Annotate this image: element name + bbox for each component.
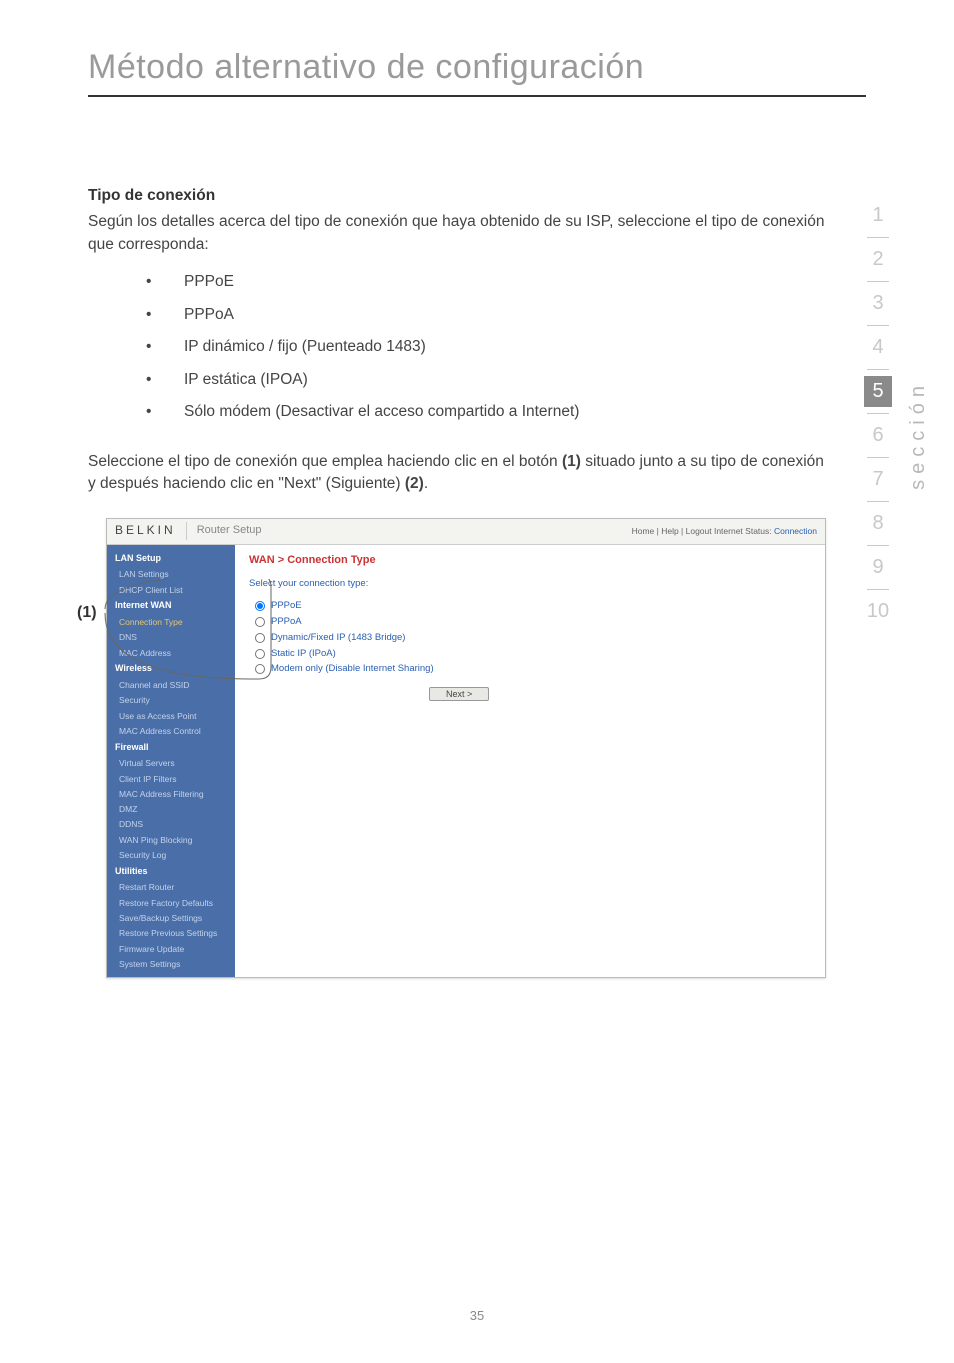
sidebar-item[interactable]: Security Log [107,848,235,863]
para2-pre: Seleccione el tipo de conexión que emple… [88,453,562,470]
connection-type-radio-list: PPPoE PPPoA Dynamic/Fixed IP (1483 Bridge)… [249,598,811,677]
para2-post: . [424,475,428,492]
sidebar-item[interactable]: MAC Address [107,645,235,660]
router-setup-screenshot: (1) BELKIN Router Setup Home | Help | Lo… [106,518,826,978]
connection-type-radio[interactable] [255,617,265,627]
sidebar-item[interactable]: DNS [107,630,235,645]
sidebar-item[interactable]: MAC Address Filtering [107,786,235,801]
router-top-right-links[interactable]: Home | Help | Logout Internet Status: [632,526,774,536]
intro-paragraph: Según los detalles acerca del tipo de co… [88,211,834,256]
bullet-item: PPPoA [146,299,834,331]
section-nav-item-3[interactable]: 3 [864,282,892,325]
sidebar-item[interactable]: System Settings [107,956,235,971]
sidebar-item[interactable]: DDNS [107,817,235,832]
router-top-right: Home | Help | Logout Internet Status: Co… [632,525,817,537]
connection-type-option-label: Dynamic/Fixed IP (1483 Bridge) [271,631,405,645]
router-sidebar: LAN SetupLAN SettingsDHCP Client ListInt… [107,545,235,977]
section-nav-divider [867,369,889,370]
router-main-subtitle: Select your connection type: [249,577,811,591]
sidebar-item[interactable]: Restore Factory Defaults [107,895,235,910]
router-brand: BELKIN [115,522,187,539]
sidebar-item[interactable]: Client IP Filters [107,771,235,786]
router-body: LAN SetupLAN SettingsDHCP Client ListInt… [107,545,825,977]
router-top-title: Router Setup [187,523,262,539]
bullet-item: IP dinámico / fijo (Puenteado 1483) [146,331,834,363]
sidebar-item[interactable]: Firmware Update [107,941,235,956]
section-nav-item-4[interactable]: 4 [864,326,892,369]
callout-ref-1: (1) [562,453,581,470]
callout-ref-2: (2) [405,475,424,492]
section-nav-item-6[interactable]: 6 [864,414,892,457]
sidebar-header: LAN Setup [107,550,235,567]
connection-type-option-label: Modem only (Disable Internet Sharing) [271,662,434,676]
sidebar-item[interactable]: Channel and SSID [107,677,235,692]
callout-1-label: (1) [77,601,97,624]
section-nav-item-8[interactable]: 8 [864,502,892,545]
connection-type-radio[interactable] [255,633,265,643]
section-nav-item-10[interactable]: 10 [864,590,892,633]
bullet-item: PPPoE [146,266,834,298]
connection-type-option-label: Static IP (IPoA) [271,647,336,661]
sidebar-header: Utilities [107,863,235,880]
next-button[interactable]: Next > [429,687,489,701]
bullet-item: IP estática (IPOA) [146,364,834,396]
sidebar-header: Internet WAN [107,597,235,614]
sidebar-item[interactable]: MAC Address Control [107,723,235,738]
internet-status-link[interactable]: Connection [774,526,817,536]
section-side-label: sección [907,380,930,490]
sidebar-item[interactable]: DHCP Client List [107,582,235,597]
sidebar-item[interactable]: Security [107,693,235,708]
connection-type-option-label: PPPoA [271,615,302,629]
section-nav-item-5[interactable]: 5 [864,376,892,407]
section-nav-item-7[interactable]: 7 [864,458,892,501]
connection-type-option[interactable]: Static IP (IPoA) [255,646,811,662]
sidebar-item[interactable]: LAN Settings [107,567,235,582]
connection-type-radio[interactable] [255,601,265,611]
connection-type-radio[interactable] [255,649,265,659]
sidebar-item[interactable]: Connection Type [107,614,235,629]
section-nav: 1234 5 678910 [864,194,892,633]
sidebar-item[interactable]: Use as Access Point [107,708,235,723]
connection-type-option-label: PPPoE [271,599,302,613]
page-number: 35 [0,1308,954,1323]
connection-type-list: PPPoEPPPoAIP dinámico / fijo (Puenteado … [88,256,834,442]
connection-type-option[interactable]: Modem only (Disable Internet Sharing) [255,661,811,677]
sidebar-item[interactable]: WAN Ping Blocking [107,832,235,847]
sidebar-item[interactable]: DMZ [107,802,235,817]
instruction-paragraph: Seleccione el tipo de conexión que emple… [88,451,834,496]
router-main-panel: WAN > Connection Type Select your connec… [235,545,825,977]
sidebar-item[interactable]: Virtual Servers [107,756,235,771]
section-nav-item-2[interactable]: 2 [864,238,892,281]
connection-type-radio[interactable] [255,664,265,674]
main-content: Tipo de conexión Según los detalles acer… [0,97,954,978]
router-main-title: WAN > Connection Type [249,553,811,569]
sidebar-header: Wireless [107,660,235,677]
heading-tipo-conexion: Tipo de conexión [88,185,834,207]
connection-type-option[interactable]: PPPoA [255,614,811,630]
section-nav-item-1[interactable]: 1 [864,194,892,237]
sidebar-item[interactable]: Restart Router [107,880,235,895]
sidebar-item[interactable]: Restore Previous Settings [107,926,235,941]
router-topbar: BELKIN Router Setup Home | Help | Logout… [107,519,825,545]
connection-type-option[interactable]: Dynamic/Fixed IP (1483 Bridge) [255,630,811,646]
bullet-item: Sólo módem (Desactivar el acceso compart… [146,396,834,428]
sidebar-item[interactable]: Save/Backup Settings [107,911,235,926]
page-title: Método alternativo de configuración [0,0,954,95]
sidebar-header: Firewall [107,739,235,756]
section-nav-item-9[interactable]: 9 [864,546,892,589]
connection-type-option[interactable]: PPPoE [255,598,811,614]
